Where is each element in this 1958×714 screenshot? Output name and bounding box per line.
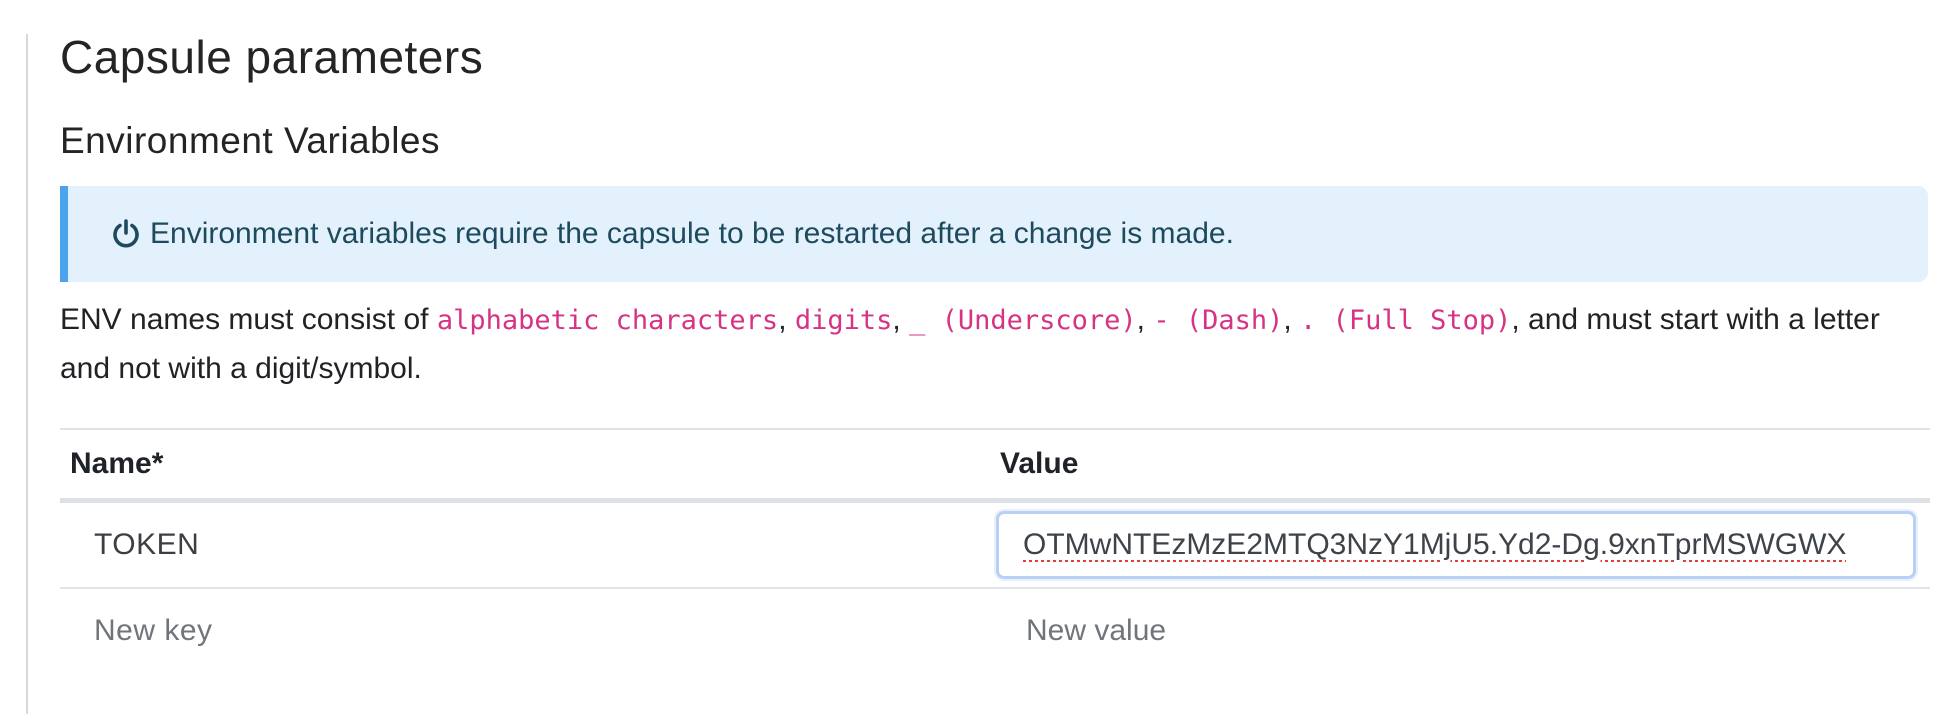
new-value-field[interactable]: New value [992, 614, 1930, 648]
rule-alphabetic: alphabetic characters [436, 305, 779, 336]
rule-fullstop: . (Full Stop) [1300, 305, 1512, 336]
rules-sep: , [1283, 303, 1301, 336]
env-name-token[interactable]: TOKEN [60, 528, 992, 562]
power-icon [110, 218, 142, 250]
info-message: Environment variables require the capsul… [150, 217, 1234, 250]
env-value-cell [992, 511, 1930, 579]
table-row: TOKEN [60, 503, 1930, 589]
rule-dash: - (Dash) [1153, 305, 1284, 336]
page-title: Capsule parameters [60, 31, 484, 83]
rule-underscore: _ (Underscore) [909, 305, 1137, 336]
restart-info-banner: Environment variables require the capsul… [60, 186, 1928, 282]
rules-sep: , [892, 303, 910, 336]
column-header-name: Name* [70, 447, 164, 480]
new-key-field[interactable]: New key [60, 614, 992, 648]
section-title: Environment Variables [60, 120, 440, 161]
column-header-value: Value [1000, 447, 1079, 480]
env-value-input[interactable] [996, 511, 1916, 579]
rules-sep: , [1136, 303, 1154, 336]
new-key-placeholder: New key [94, 614, 213, 647]
new-value-placeholder: New value [1026, 614, 1167, 647]
env-variables-table: Name* Value TOKEN New key New value [60, 428, 1930, 673]
table-header: Name* Value [60, 430, 1930, 503]
left-border [26, 34, 28, 714]
env-name-rules: ENV names must consist of alphabetic cha… [60, 296, 1930, 393]
rules-prefix: ENV names must consist of [60, 303, 437, 336]
rule-digits: digits [794, 305, 893, 336]
rules-sep: , [778, 303, 795, 336]
new-variable-row: New key New value [60, 589, 1930, 673]
capsule-parameters-page: Capsule parameters Environment Variables… [0, 0, 1958, 714]
